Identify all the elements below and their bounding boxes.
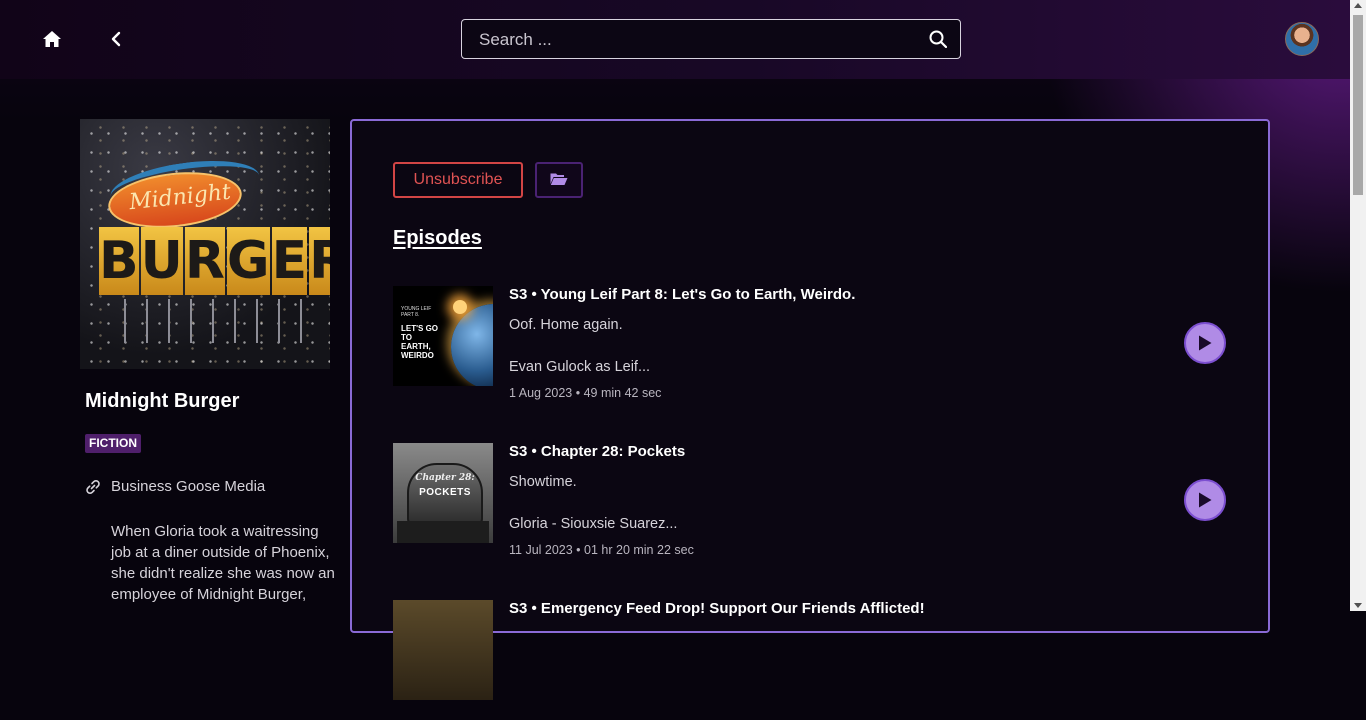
- cover-sign-legs: [104, 299, 308, 343]
- cover-sign-letter: G: [226, 227, 270, 295]
- episode-item[interactable]: Chapter 28: POCKETS S3 • Chapter 28: Poc…: [393, 443, 1243, 563]
- thumb-big-text: LET'S GO TO EARTH, WEIRDO: [401, 324, 439, 360]
- episode-meta: 1 Aug 2023 • 49 min 42 sec: [509, 386, 662, 400]
- folder-open-icon: [550, 173, 568, 185]
- cover-main-text: BURGER: [98, 227, 330, 295]
- cover-sign-letter: R: [184, 227, 225, 295]
- episode-thumbnail[interactable]: Chapter 28: POCKETS: [393, 443, 493, 543]
- episode-description: Gloria - Siouxsie Suarez...: [509, 516, 678, 532]
- play-button[interactable]: [1184, 479, 1226, 521]
- user-avatar[interactable]: [1285, 22, 1319, 56]
- episode-title[interactable]: S3 • Chapter 28: Pockets: [509, 443, 685, 460]
- cover-sign-letter: B: [99, 227, 139, 295]
- episode-thumbnail[interactable]: YOUNG LEIF PART 8. LET'S GO TO EARTH, WE…: [393, 286, 493, 386]
- episodes-panel: Unsubscribe Episodes YOUNG LEIF PART 8. …: [350, 119, 1270, 700]
- episode-title[interactable]: S3 • Emergency Feed Drop! Support Our Fr…: [509, 600, 925, 617]
- play-icon: [1199, 335, 1212, 351]
- folder-button[interactable]: [535, 162, 583, 198]
- publisher-name: Business Goose Media: [111, 478, 266, 495]
- podcast-cover-art: Midnight BURGER: [80, 119, 330, 369]
- link-icon: [86, 479, 100, 494]
- home-button[interactable]: [40, 27, 64, 51]
- play-icon: [1199, 492, 1212, 508]
- cover-sign-letter: R: [309, 227, 330, 295]
- publisher-link[interactable]: Business Goose Media: [85, 478, 265, 495]
- episodes-heading[interactable]: Episodes: [393, 227, 482, 250]
- episode-subtitle: Oof. Home again.: [509, 317, 623, 333]
- search-box: [461, 19, 961, 60]
- genre-badge[interactable]: FICTION: [85, 434, 141, 453]
- cap-brim-graphic: [397, 521, 489, 543]
- episode-thumbnail[interactable]: [393, 600, 493, 700]
- sun-flare-graphic: [453, 300, 467, 314]
- podcast-title: Midnight Burger: [85, 390, 240, 412]
- home-icon: [43, 31, 61, 47]
- chevron-left-icon: [111, 31, 121, 47]
- episode-item[interactable]: YOUNG LEIF PART 8. LET'S GO TO EARTH, WE…: [393, 286, 1243, 406]
- search-icon: [929, 30, 947, 48]
- episode-title[interactable]: S3 • Young Leif Part 8: Let's Go to Eart…: [509, 286, 855, 303]
- thumb-small-text: YOUNG LEIF PART 8.: [401, 306, 432, 318]
- planet-graphic: [451, 304, 493, 386]
- podcast-description: When Gloria took a waitressing job at a …: [111, 523, 335, 603]
- episode-meta: 11 Jul 2023 • 01 hr 20 min 22 sec: [509, 543, 694, 557]
- top-bar: [0, 0, 1350, 79]
- scrollbar[interactable]: [1350, 0, 1366, 611]
- cover-sign-letter: U: [140, 227, 183, 295]
- play-button[interactable]: [1184, 322, 1226, 364]
- search-button[interactable]: [928, 29, 948, 49]
- episode-subtitle: Showtime.: [509, 474, 577, 490]
- search-input[interactable]: [477, 20, 921, 60]
- unsubscribe-button[interactable]: Unsubscribe: [393, 162, 523, 198]
- scroll-down-arrow-icon[interactable]: [1354, 603, 1362, 608]
- thumb-big-text: POCKETS: [419, 487, 471, 498]
- episode-description: Evan Gulock as Leif...: [509, 359, 651, 375]
- back-button[interactable]: [104, 27, 128, 51]
- cover-sign-letter: E: [271, 227, 308, 295]
- scroll-up-arrow-icon[interactable]: [1354, 3, 1362, 8]
- episode-item[interactable]: S3 • Emergency Feed Drop! Support Our Fr…: [393, 600, 1243, 720]
- thumb-small-text: Chapter 28:: [415, 473, 475, 483]
- scroll-thumb[interactable]: [1353, 15, 1363, 195]
